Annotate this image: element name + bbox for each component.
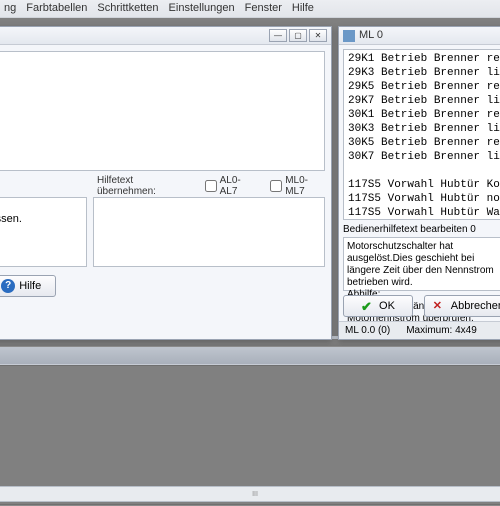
description-textarea[interactable] xyxy=(0,197,87,267)
menu-item[interactable]: Einstellungen xyxy=(169,2,235,15)
help-icon: ? xyxy=(1,279,15,293)
menu-item[interactable]: ng xyxy=(4,2,16,15)
menubar: ng Farbtabellen Schrittketten Einstellun… xyxy=(0,0,500,18)
maximize-icon[interactable]: ▢ xyxy=(289,29,307,42)
message-list[interactable]: 29K1 Betrieb Brenner rechts vorne 1 29K3… xyxy=(343,49,500,220)
operator-helptext[interactable]: Motorschutzschalter hat ausgelöst.Dies g… xyxy=(343,237,500,291)
list-item: ne xyxy=(0,138,320,150)
chk-ml0-ml7[interactable]: ML0-ML7 xyxy=(270,175,325,197)
helptext-textarea[interactable] xyxy=(93,197,325,267)
right-titlebar[interactable]: ML 0 xyxy=(339,27,500,45)
left-listbox[interactable]: ne xyxy=(0,51,325,171)
ok-button[interactable]: ✔ OK xyxy=(343,295,413,317)
menu-item[interactable]: Hilfe xyxy=(292,2,314,15)
close-icon[interactable]: ✕ xyxy=(309,29,327,42)
status-left: ML 0.0 (0) xyxy=(345,325,390,336)
cancel-icon: ✕ xyxy=(433,299,447,313)
doc-icon xyxy=(343,30,355,42)
bottom-titlebar[interactable] xyxy=(0,347,500,365)
menu-item[interactable]: Schrittketten xyxy=(97,2,158,15)
chk-al0-al7[interactable]: AL0-AL7 xyxy=(205,175,257,197)
scroll-grip-icon: III xyxy=(252,491,258,498)
left-child-window: — ▢ ✕ ne Hilfetext übernehmen: AL0-AL7 M… xyxy=(0,26,332,340)
mdi-workspace: — ▢ ✕ ne Hilfetext übernehmen: AL0-AL7 M… xyxy=(0,18,500,500)
bottom-child-window: III xyxy=(0,346,500,506)
menu-item[interactable]: Fenster xyxy=(245,2,282,15)
right-child-window: ML 0 29K1 Betrieb Brenner rechts vorne 1… xyxy=(338,26,500,340)
minimize-icon[interactable]: — xyxy=(269,29,287,42)
status-right: Maximum: 4x49 xyxy=(406,325,477,336)
help-button[interactable]: ? Hilfe xyxy=(0,275,56,297)
edit-label: Bedienerhilfetext bearbeiten 0 xyxy=(343,224,500,235)
left-titlebar[interactable]: — ▢ ✕ xyxy=(0,27,331,45)
statusbar: ML 0.0 (0) Maximum: 4x49 xyxy=(339,321,500,339)
cancel-button-right[interactable]: ✕ Abbrechen xyxy=(424,295,500,317)
check-icon: ✔ xyxy=(361,299,375,313)
help-takeover-label: Hilfetext übernehmen: xyxy=(97,175,191,197)
menu-item[interactable]: Farbtabellen xyxy=(26,2,87,15)
